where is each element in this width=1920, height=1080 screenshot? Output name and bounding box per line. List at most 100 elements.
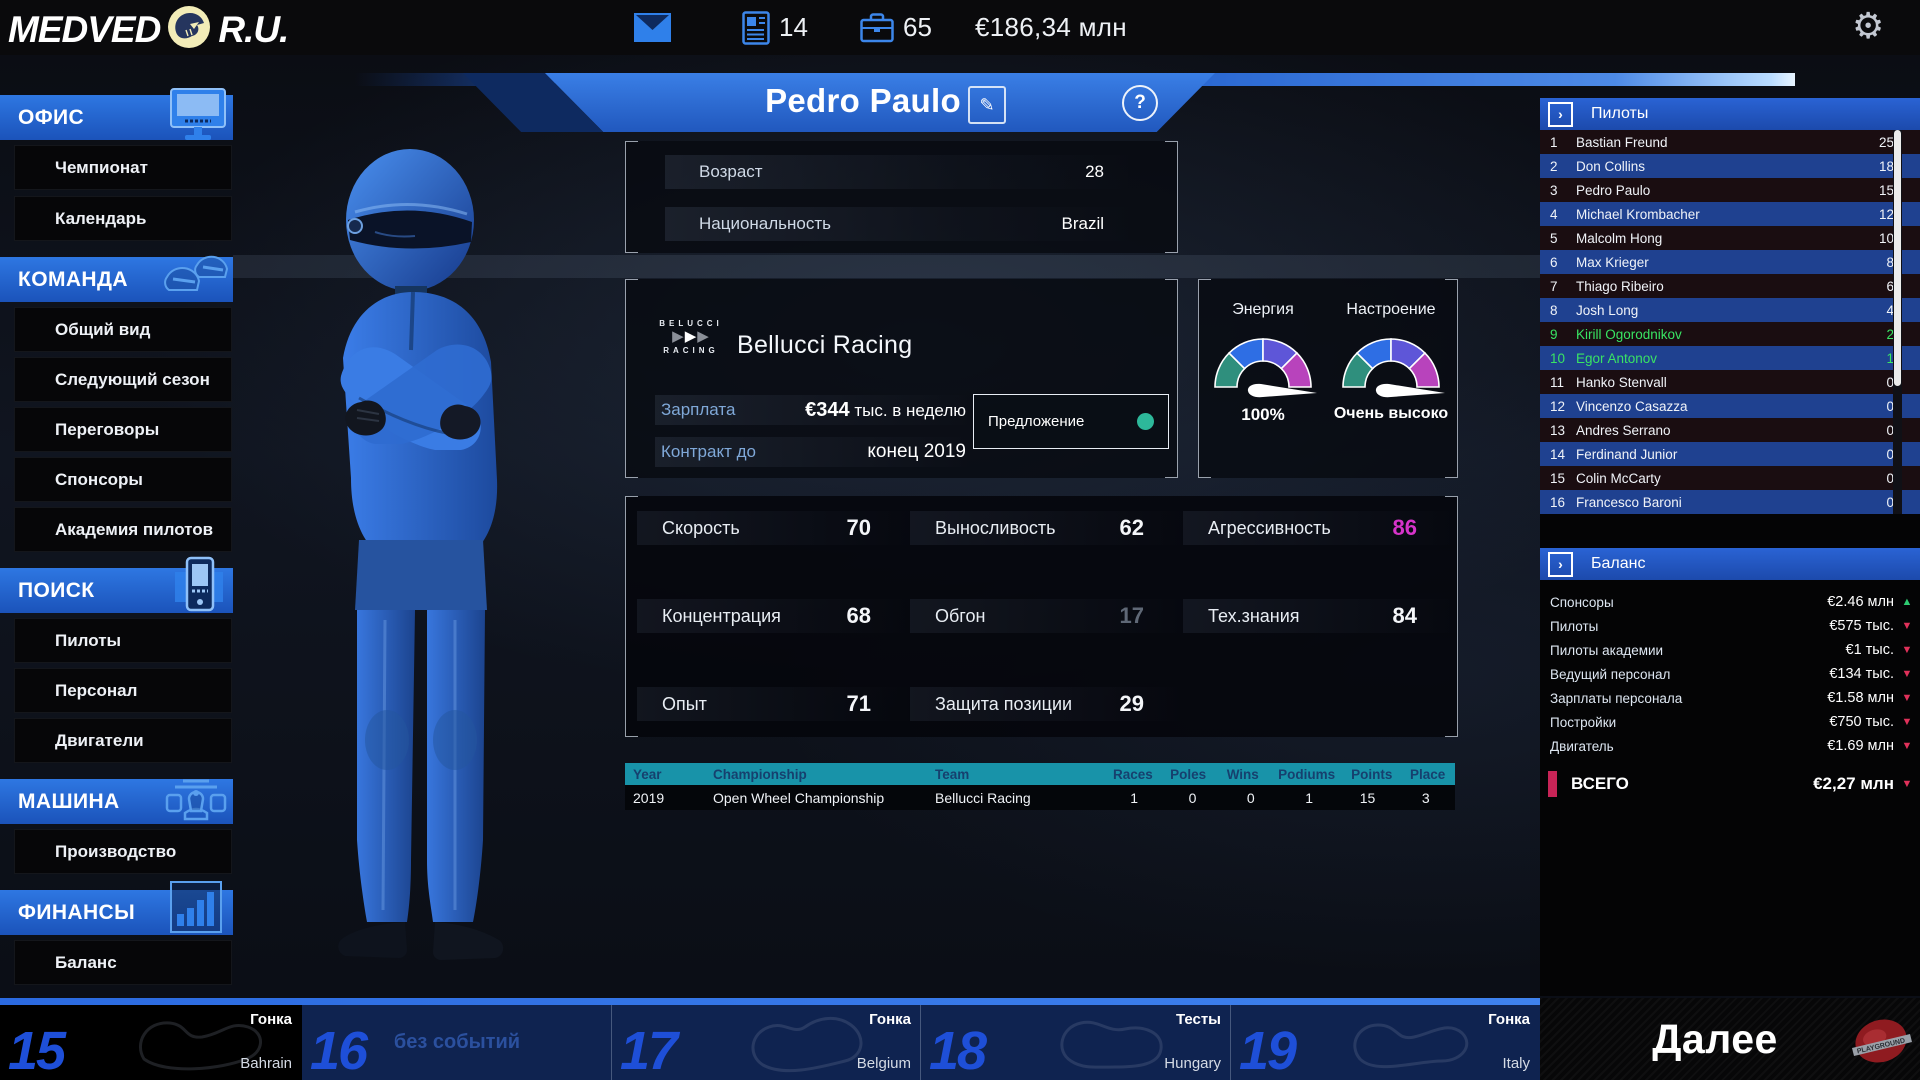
col-year: Year bbox=[625, 767, 705, 782]
standings-row[interactable]: 3Pedro Paulo15 bbox=[1540, 178, 1920, 202]
standings-row-own-driver[interactable]: 9Kirill Ogorodnikov2 bbox=[1540, 322, 1920, 346]
week-number: 17 bbox=[620, 1024, 676, 1078]
sidebar-item-drivers[interactable]: Пилоты bbox=[14, 618, 232, 663]
offer-button[interactable]: Предложение bbox=[973, 394, 1169, 449]
nationality-value: Brazil bbox=[1061, 214, 1104, 234]
career-table-header: Year Championship Team Races Poles Wins … bbox=[625, 763, 1455, 785]
jobs-counter[interactable]: 65 bbox=[860, 12, 932, 43]
standings-row[interactable]: 14Ferdinand Junior0 bbox=[1540, 442, 1920, 466]
down-arrow-icon: ▼ bbox=[1894, 620, 1920, 632]
energy-value: 100% bbox=[1241, 405, 1284, 425]
calendar-week-17[interactable]: 17 Гонка Belgium bbox=[612, 1005, 921, 1080]
standings-header[interactable]: › Пилоты bbox=[1540, 98, 1920, 130]
mood-gauge: Настроение Очень высоко bbox=[1326, 301, 1456, 423]
offer-status-dot bbox=[1137, 413, 1154, 430]
week-event: Гонка bbox=[250, 1011, 292, 1028]
sidebar-section-car: МАШИНА bbox=[0, 779, 233, 824]
standings-row[interactable]: 4Michael Krombacher12 bbox=[1540, 202, 1920, 226]
team-name: Bellucci Racing bbox=[737, 331, 912, 360]
sidebar-item-overview[interactable]: Общий вид bbox=[14, 307, 232, 352]
stat-overtaking: Обгон 17 bbox=[910, 599, 1188, 633]
sidebar-item-label: Общий вид bbox=[55, 320, 150, 340]
news-count: 14 bbox=[779, 12, 808, 43]
section-title: ФИНАНСЫ bbox=[18, 901, 135, 925]
sidebar-item-balance[interactable]: Баланс bbox=[14, 940, 232, 985]
stat-value: 84 bbox=[1393, 603, 1417, 629]
standings-row-own-driver[interactable]: 10Egor Antonov1 bbox=[1540, 346, 1920, 370]
sidebar-item-negotiations[interactable]: Переговоры bbox=[14, 407, 232, 452]
week-location: Bahrain bbox=[240, 1055, 292, 1072]
down-arrow-icon: ▼ bbox=[1894, 668, 1920, 680]
week-event: Гонка bbox=[1488, 1011, 1530, 1028]
cell-championship: Open Wheel Championship bbox=[705, 790, 927, 806]
salary-value: €344 тыс. в неделю bbox=[805, 399, 966, 422]
cell-team: Bellucci Racing bbox=[927, 790, 1105, 806]
standings-row[interactable]: 7Thiago Ribeiro6 bbox=[1540, 274, 1920, 298]
stat-stamina: Выносливость 62 bbox=[910, 511, 1188, 545]
week-location: Hungary bbox=[1164, 1055, 1221, 1072]
team-logo-arrows: ▶▶▶ bbox=[672, 331, 710, 343]
stat-value: 17 bbox=[1120, 603, 1144, 629]
profile-panel: Возраст 28 Национальность Brazil bbox=[625, 141, 1178, 253]
week-number: 19 bbox=[1239, 1024, 1295, 1078]
sidebar-item-label: Двигатели bbox=[55, 731, 144, 751]
help-button[interactable]: ? bbox=[1122, 85, 1158, 121]
sidebar-item-sponsors[interactable]: Спонсоры bbox=[14, 457, 232, 502]
settings-gear-icon[interactable]: ⚙ bbox=[1852, 6, 1884, 47]
news-counter[interactable]: 14 bbox=[742, 11, 808, 45]
pencil-icon: ✎ bbox=[979, 95, 994, 116]
col-wins: Wins bbox=[1215, 767, 1270, 782]
sidebar-item-engines[interactable]: Двигатели bbox=[14, 718, 232, 763]
week-number: 15 bbox=[8, 1024, 64, 1078]
sidebar-item-driver-academy[interactable]: Академия пилотов bbox=[14, 507, 232, 552]
career-table: Year Championship Team Races Poles Wins … bbox=[625, 763, 1455, 810]
mood-gauge-dial bbox=[1331, 327, 1451, 399]
news-icon bbox=[742, 11, 770, 45]
expand-icon: › bbox=[1548, 102, 1573, 127]
edit-name-button[interactable]: ✎ bbox=[968, 86, 1006, 124]
standings-row[interactable]: 8Josh Long4 bbox=[1540, 298, 1920, 322]
cell-races: 1 bbox=[1105, 790, 1163, 806]
col-races: Races bbox=[1105, 767, 1161, 782]
standings-row[interactable]: 16Francesco Baroni0 bbox=[1540, 490, 1920, 514]
playground-watermark: PLAYGROUND bbox=[1848, 1008, 1914, 1079]
sidebar-item-label: Производство bbox=[55, 842, 176, 862]
team-logo-bellucci: BELUCCI ▶▶▶ RACING bbox=[660, 319, 722, 355]
sidebar-item-staff[interactable]: Персонал bbox=[14, 668, 232, 713]
balance-header[interactable]: › Баланс bbox=[1540, 548, 1920, 580]
standings-row[interactable]: 2Don Collins18 bbox=[1540, 154, 1920, 178]
nationality-row: Национальность Brazil bbox=[665, 207, 1138, 241]
standings-row[interactable]: 13Andres Serrano0 bbox=[1540, 418, 1920, 442]
calendar-week-15[interactable]: 15 Гонка Bahrain bbox=[0, 1005, 302, 1080]
standings-row[interactable]: 11Hanko Stenvall0 bbox=[1540, 370, 1920, 394]
calendar-week-16[interactable]: 16 без событий bbox=[302, 1005, 612, 1080]
standings-row[interactable]: 6Max Krieger8 bbox=[1540, 250, 1920, 274]
stat-label: Защита позиции bbox=[935, 694, 1072, 715]
standings-row[interactable]: 1Bastian Freund25 bbox=[1540, 130, 1920, 154]
sidebar-item-championship[interactable]: Чемпионат bbox=[14, 145, 232, 190]
standings-scrollbar[interactable] bbox=[1893, 130, 1902, 514]
calendar-week-19[interactable]: 19 Гонка Italy bbox=[1231, 1005, 1540, 1080]
money-display: €186,34 млн bbox=[975, 12, 1127, 43]
scrollbar-thumb[interactable] bbox=[1894, 130, 1901, 386]
stats-panel: Скорость 70 Выносливость 62 Агрессивност… bbox=[625, 496, 1458, 737]
sidebar-item-production[interactable]: Производство bbox=[14, 829, 232, 874]
standings-row[interactable]: 15Colin McCarty0 bbox=[1540, 466, 1920, 490]
col-championship: Championship bbox=[705, 767, 927, 782]
briefcase-icon bbox=[860, 13, 894, 43]
calendar-week-18[interactable]: 18 Тесты Hungary bbox=[921, 1005, 1231, 1080]
track-outline-italy bbox=[1340, 1007, 1480, 1079]
offer-button-label: Предложение bbox=[988, 413, 1084, 430]
week-location: Italy bbox=[1502, 1055, 1530, 1072]
next-button[interactable]: Далее bbox=[1565, 1016, 1865, 1063]
question-icon: ? bbox=[1134, 92, 1146, 114]
contract-value: конец 2019 bbox=[867, 441, 966, 463]
sidebar-item-calendar[interactable]: Календарь bbox=[14, 196, 232, 241]
mail-button[interactable] bbox=[634, 13, 671, 42]
sidebar-item-next-season[interactable]: Следующий сезон bbox=[14, 357, 232, 402]
standings-row[interactable]: 5Malcolm Hong10 bbox=[1540, 226, 1920, 250]
salary-label: Зарплата bbox=[661, 400, 735, 420]
standings-row[interactable]: 12Vincenzo Casazza0 bbox=[1540, 394, 1920, 418]
driver-name-title: Pedro Paulo bbox=[563, 82, 1163, 120]
driver-avatar bbox=[315, 140, 575, 971]
